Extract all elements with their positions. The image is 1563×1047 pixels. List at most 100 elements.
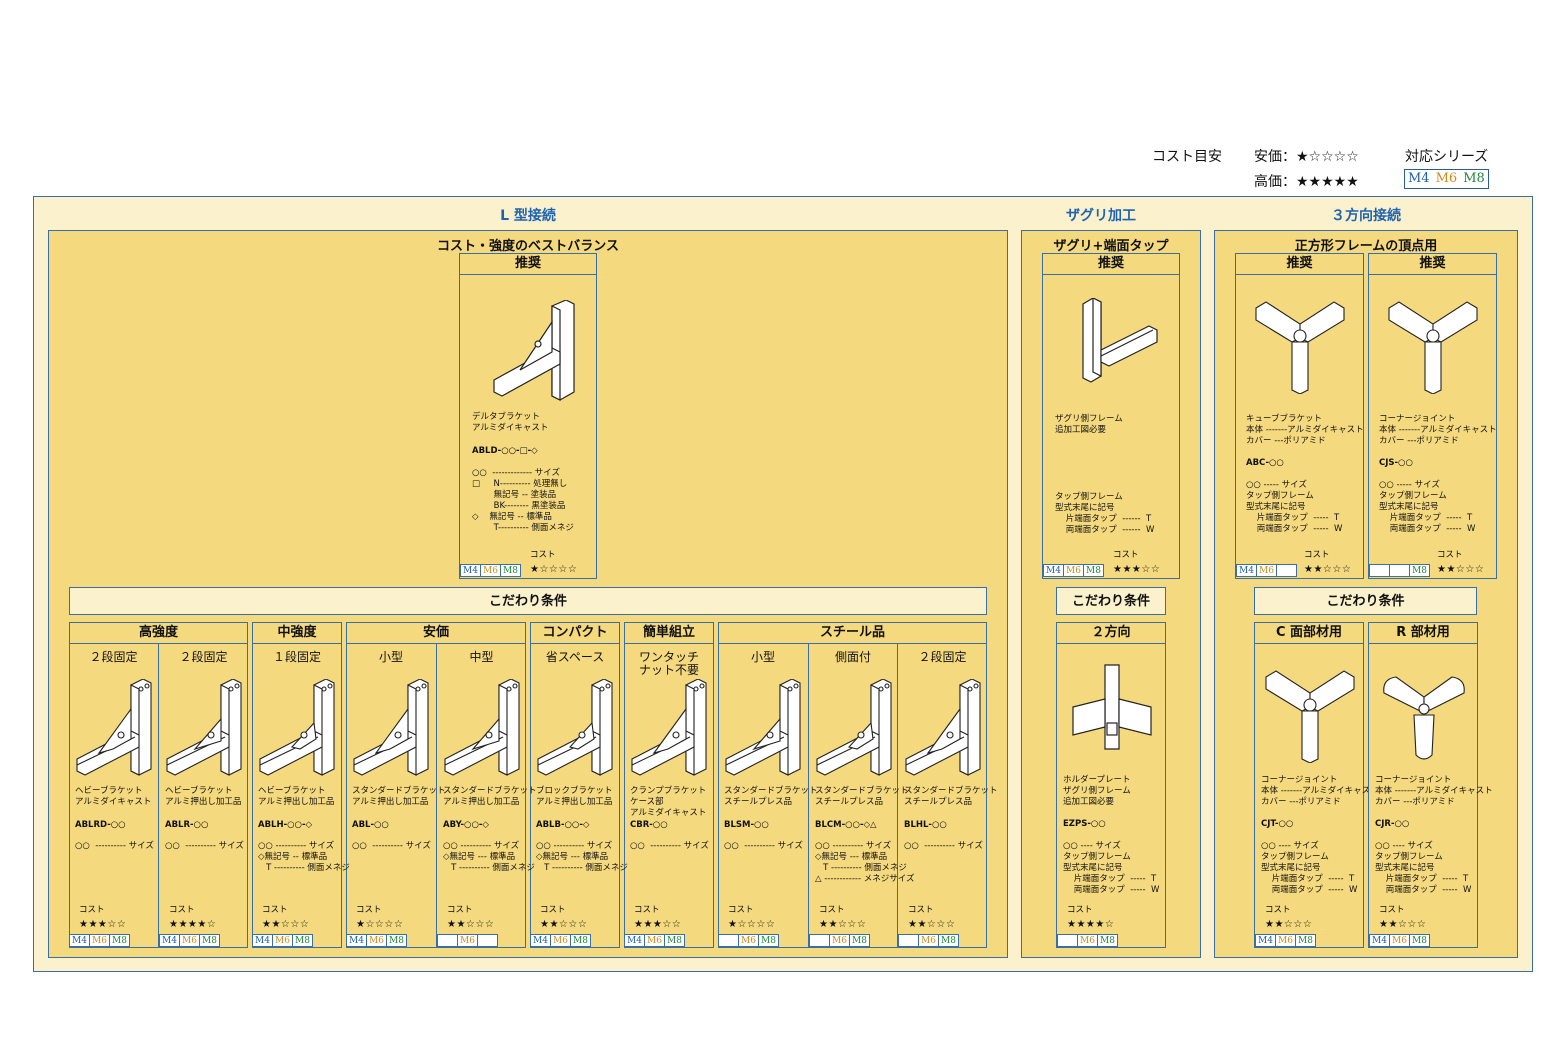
variant-sub-label: 小型	[750, 650, 775, 664]
series-m6: M6	[1078, 935, 1098, 946]
series-badge: M6 M8	[809, 934, 870, 947]
variant-sub-label: ワンタッチ ナット不要	[638, 650, 699, 677]
cost-stars: ★★☆☆☆	[908, 919, 956, 930]
cost-stars: ★★☆☆☆	[1437, 564, 1485, 575]
featured-spec: ○○ ------------- サイズ □ N---------- 処理無し …	[472, 468, 574, 533]
variant-sub-label: ２段固定	[918, 650, 967, 664]
series-badge: M4 M6 M8	[460, 564, 521, 577]
card-desc: ブロックブラケット アルミ押出し加工品	[536, 786, 613, 807]
series-m6	[1390, 565, 1410, 576]
variant-sub-label: 中型	[469, 650, 494, 664]
card-code: ABLR-○○	[165, 820, 209, 830]
variant-card: 小型 スタンダードブラケット スチールプレス品 BLSM-○○ ○○ --------…	[718, 643, 818, 948]
variant-sub-label: 側面付	[834, 650, 871, 664]
variant-sub-label: 小型	[378, 650, 403, 664]
z-panel-title: ザグリ+端面タップ	[1053, 239, 1169, 254]
series-m4	[719, 935, 739, 946]
t-panel-title: 正方形フレームの頂点用	[1294, 239, 1438, 254]
featured-code: ABLD-○○-□-◇	[472, 446, 538, 456]
cost-stars: ★★☆☆☆	[1304, 564, 1352, 575]
cost-label: コスト	[1437, 550, 1463, 560]
group-label: R 部材用	[1369, 623, 1477, 644]
cost-label: コスト	[540, 905, 566, 915]
featured-desc: キューブブラケット 本体 -------アルミダイキャスト カバー ---ポリア…	[1246, 414, 1364, 446]
card-spec: ○○ ---------- サイズ	[352, 841, 431, 851]
series-m8: M8	[1412, 936, 1427, 946]
cost-label: コスト	[1067, 905, 1093, 915]
group-label: コンパクト	[531, 623, 619, 644]
card-spec: ○○ ---------- サイズ ◇無記号 -- 標準品 T --------…	[258, 841, 350, 873]
series-m8: M8	[1463, 171, 1485, 186]
series-m4: M4	[1256, 935, 1276, 946]
cost-stars: ★★☆☆☆	[262, 919, 310, 930]
card-code: EZPS-○○	[1063, 819, 1106, 829]
series-m6: M6	[90, 935, 110, 946]
cube-bracket-icon	[1255, 301, 1345, 394]
card-code: ABLB-○○-◇	[536, 820, 590, 830]
t-conditions-bar: こだわり条件	[1254, 587, 1477, 615]
recommend-label: 推奨	[1043, 254, 1179, 275]
series-badge: M6	[437, 934, 498, 947]
cost-label: コスト	[819, 905, 845, 915]
variant-card: 中型 スタンダードブラケット アルミ押出し加工品 ABY-○○-◇ ○○ ------…	[437, 643, 537, 948]
series-m8: M8	[389, 936, 404, 946]
cost-label: コスト	[1379, 905, 1405, 915]
series-badge: M6 M8	[718, 934, 779, 947]
card-code: ABL-○○	[352, 820, 389, 830]
featured-card-abld: 推奨 デルタブラケット アルミダイキャスト ABLD-○○-□-◇ ○○ ---…	[459, 253, 597, 579]
featured-card-counterbore: 推奨 ザグリ側フレーム 追加工図必要 タップ側フレーム 型式末尾に記号 片端面タ…	[1042, 253, 1180, 579]
featured-code: CJS-○○	[1379, 458, 1413, 468]
bracket-icon	[631, 679, 707, 776]
bracket-icon	[76, 679, 152, 776]
series-m4: M4	[625, 935, 645, 946]
series-m4: M4	[1044, 565, 1064, 576]
card-desc: スタンダードブラケット スチールプレス品	[815, 786, 909, 807]
featured-code: ABC-○○	[1246, 458, 1284, 468]
variant-sub-label: ２段固定	[89, 650, 138, 664]
card-desc: ヘビーブラケット アルミ押出し加工品	[165, 786, 242, 807]
series-m8: M8	[667, 936, 682, 946]
recommend-label: 推奨	[460, 254, 596, 275]
series-m6: M6	[180, 935, 200, 946]
cost-stars: ★★★★☆	[1067, 919, 1115, 930]
featured-desc: ザグリ側フレーム 追加工図必要	[1055, 414, 1123, 435]
variant-sub-label: ２段固定	[179, 650, 228, 664]
series-m8: M8	[1298, 936, 1313, 946]
series-m6: M6	[645, 935, 665, 946]
featured-spec: タップ側フレーム 型式末尾に記号 片端面タップ ------ T 両端面タップ …	[1055, 492, 1155, 535]
bracket-icon	[353, 679, 429, 776]
card-spec: ○○ ---------- サイズ ◇無記号 --- 標準品 T -------…	[536, 841, 628, 873]
bracket-icon	[905, 679, 981, 776]
cost-label: コスト	[728, 905, 754, 915]
card-code: BLHL-○○	[904, 820, 947, 830]
group-label: 高強度	[70, 623, 247, 644]
card-code: CJT-○○	[1261, 819, 1294, 829]
recommend-label: 推奨	[1236, 254, 1363, 275]
cost-stars: ★☆☆☆☆	[356, 919, 404, 930]
cost-stars: ★☆☆☆☆	[530, 564, 578, 575]
series-badge: M4 M6 M8	[530, 934, 591, 947]
card-code: ABLRD-○○	[75, 820, 126, 830]
cost-label: コスト	[262, 905, 288, 915]
cost-label: コスト	[634, 905, 660, 915]
cost-stars: ★★☆☆☆	[447, 919, 495, 930]
cost-label: コスト	[169, 905, 195, 915]
card-code: BLCM-○○-◇△	[815, 820, 877, 830]
card-desc: ホルダープレート ザグリ側フレーム 追加工図必要	[1063, 775, 1131, 807]
series-badge: M4 M6 M8	[1369, 934, 1430, 947]
variant-card: ２段固定 ヘビーブラケット アルミ押出し加工品 ABLR-○○ ○○ --------…	[159, 643, 248, 948]
card-spec: ○○ ---------- サイズ ◇無記号 --- 標準品 T -------…	[443, 841, 535, 873]
card-desc: ヘビーブラケット アルミダイキャスト	[75, 786, 152, 807]
cost-stars: ★★★★☆	[169, 919, 217, 930]
series-m6: M6	[830, 935, 850, 946]
card-spec: ○○ ---------- サイズ	[630, 841, 709, 851]
bracket-icon	[166, 679, 242, 776]
corner-joint-icon	[1383, 676, 1465, 760]
group-label: スチール品	[719, 623, 986, 644]
series-m8: M8	[1100, 936, 1115, 946]
cost-label: コスト	[908, 905, 934, 915]
series-m4	[1058, 935, 1078, 946]
delta-bracket-icon	[493, 300, 575, 401]
card-desc: クランプブラケット ケース部 アルミダイキャスト	[630, 786, 707, 818]
series-m8: M8	[295, 936, 310, 946]
